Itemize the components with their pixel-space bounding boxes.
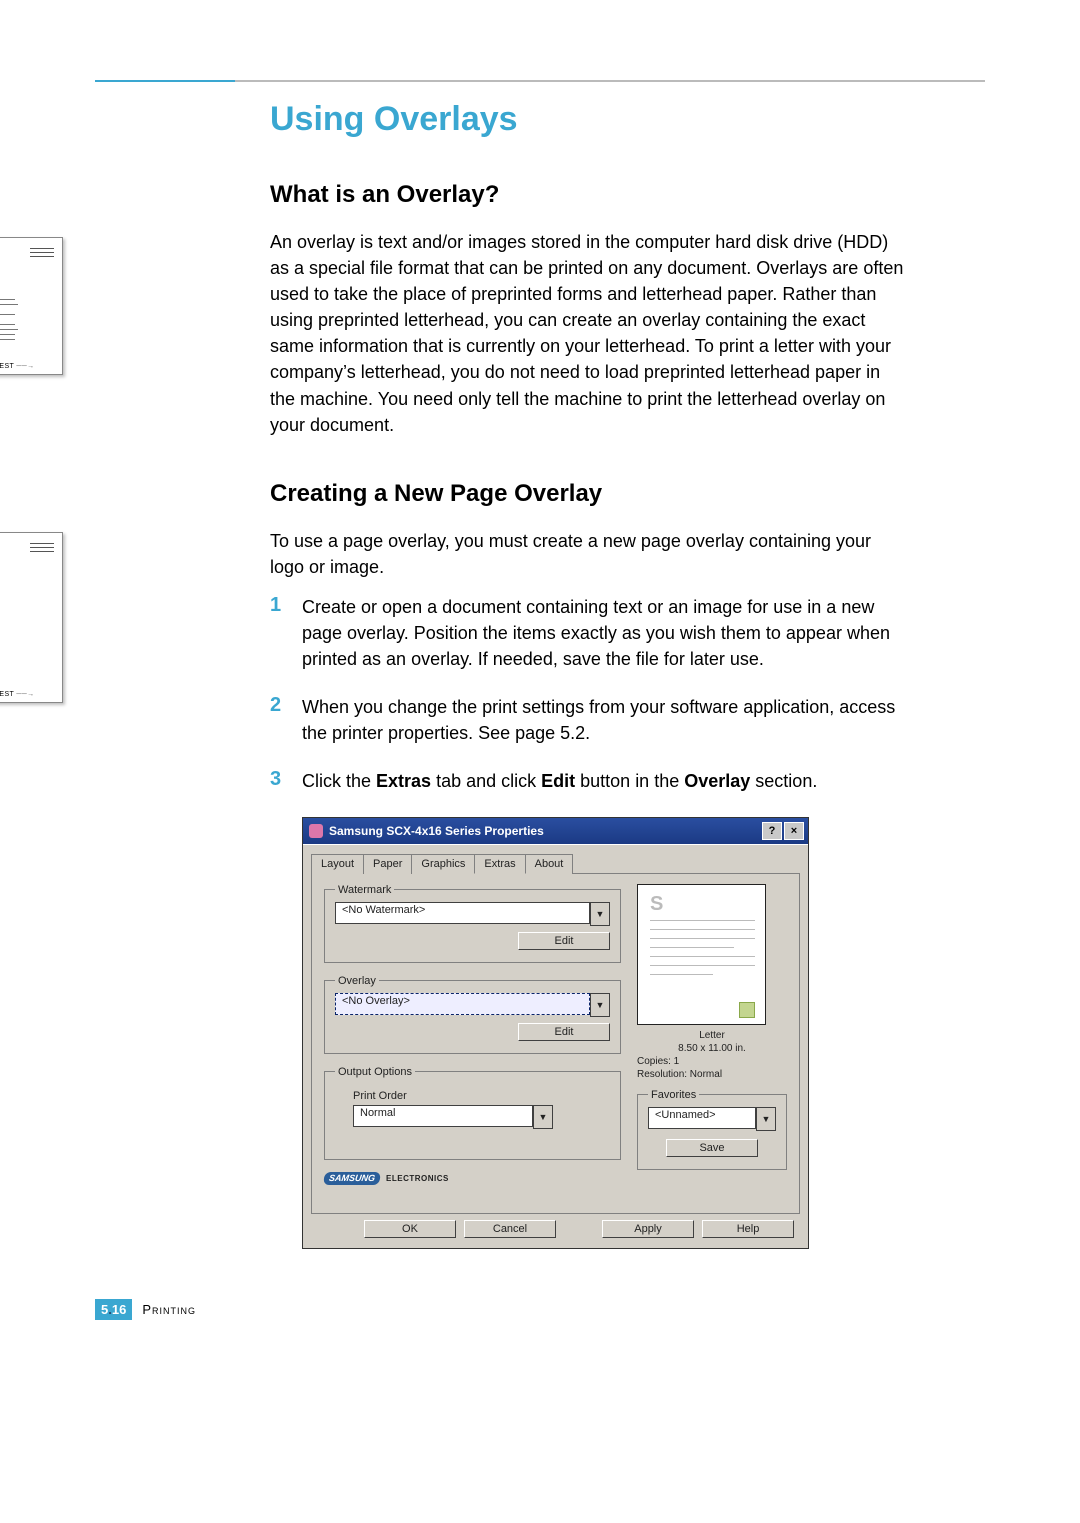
tab-graphics[interactable]: Graphics — [411, 854, 475, 874]
help-button[interactable]: Help — [702, 1220, 794, 1238]
chapter-name: Printing — [142, 1302, 196, 1317]
preview-marker-icon — [739, 1002, 755, 1018]
ok-button[interactable]: OK — [364, 1220, 456, 1238]
tab-layout[interactable]: Layout — [311, 854, 364, 874]
overlay-group: Overlay <No Overlay> ▼ Edit — [324, 975, 621, 1054]
print-order-select[interactable]: Normal — [353, 1105, 533, 1127]
chevron-down-icon[interactable]: ▼ — [590, 993, 610, 1017]
tab-row: Layout Paper Graphics Extras About — [311, 853, 800, 874]
blank-letterhead-figure: SAMSUNG WORLD BEST — [0, 532, 63, 703]
favorites-legend: Favorites — [648, 1089, 699, 1101]
printer-icon — [309, 824, 323, 838]
step-number: 1 — [270, 594, 302, 672]
favorites-save-button[interactable]: Save — [666, 1139, 758, 1157]
page-title: Using Overlays — [270, 100, 910, 139]
paper-size: 8.50 x 11.00 in. — [637, 1042, 787, 1055]
regards-label: Regards — [0, 350, 54, 357]
output-options-group: Output Options Print Order Normal ▼ — [324, 1066, 621, 1160]
watermark-legend: Watermark — [335, 884, 394, 896]
tab-about[interactable]: About — [525, 854, 574, 874]
figure-footer: WORLD BEST — [0, 363, 54, 370]
resolution-info: Resolution: Normal — [637, 1068, 787, 1081]
page-number: 5.16 — [95, 1299, 132, 1320]
samsung-sub: ELECTRONICS — [386, 1174, 449, 1183]
chevron-down-icon[interactable]: ▼ — [533, 1105, 553, 1129]
close-button[interactable]: × — [784, 822, 804, 840]
step-number: 3 — [270, 768, 302, 794]
heading-creating-overlay: Creating a New Page Overlay — [270, 480, 910, 508]
watermark-edit-button[interactable]: Edit — [518, 932, 610, 950]
print-order-label: Print Order — [353, 1090, 610, 1102]
overlay-definition-paragraph: An overlay is text and/or images stored … — [270, 229, 910, 438]
letterhead-example-figure: SAMSUNG Dear ABC Regards WORLD BEST — [0, 237, 63, 375]
step-number: 2 — [270, 694, 302, 746]
copies-info: Copies: 1 — [637, 1055, 787, 1068]
printer-properties-dialog: Samsung SCX-4x16 Series Properties ? × L… — [302, 817, 809, 1249]
figure-footer: WORLD BEST — [0, 691, 62, 698]
output-legend: Output Options — [335, 1066, 415, 1078]
dear-label: Dear ABC — [0, 288, 54, 295]
overlay-edit-button[interactable]: Edit — [518, 1023, 610, 1041]
overlay-legend: Overlay — [335, 975, 379, 987]
overlay-select[interactable]: <No Overlay> — [335, 993, 590, 1015]
header-rule — [95, 80, 985, 82]
tab-paper[interactable]: Paper — [363, 854, 412, 874]
step-3-text: Click the Extras tab and click Edit butt… — [302, 768, 817, 794]
heading-what-is-overlay: What is an Overlay? — [270, 181, 910, 209]
page-preview: S — [637, 884, 766, 1025]
tab-extras[interactable]: Extras — [474, 854, 525, 874]
creating-intro: To use a page overlay, you must create a… — [270, 528, 910, 580]
step-2-text: When you change the print settings from … — [302, 694, 910, 746]
chevron-down-icon[interactable]: ▼ — [756, 1107, 776, 1131]
step-1-text: Create or open a document containing tex… — [302, 594, 910, 672]
chevron-down-icon[interactable]: ▼ — [590, 902, 610, 926]
watermark-select[interactable]: <No Watermark> — [335, 902, 590, 924]
samsung-logo: SAMSUNG — [323, 1172, 381, 1185]
apply-button[interactable]: Apply — [602, 1220, 694, 1238]
paper-name: Letter — [637, 1029, 787, 1042]
dialog-titlebar[interactable]: Samsung SCX-4x16 Series Properties ? × — [303, 818, 808, 844]
favorites-select[interactable]: <Unnamed> — [648, 1107, 756, 1129]
help-button[interactable]: ? — [762, 822, 782, 840]
cancel-button[interactable]: Cancel — [464, 1220, 556, 1238]
favorites-group: Favorites <Unnamed> ▼ Save — [637, 1089, 787, 1170]
watermark-group: Watermark <No Watermark> ▼ Edit — [324, 884, 621, 963]
dialog-title: Samsung SCX-4x16 Series Properties — [329, 824, 544, 838]
